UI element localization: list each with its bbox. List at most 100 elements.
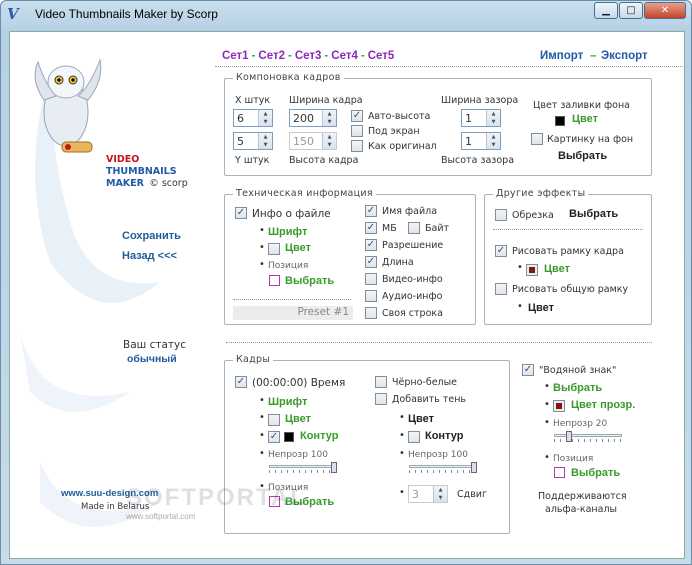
watermark-choose-button[interactable]: Выбрать [553,382,602,394]
back-link[interactable]: Назад <<< [122,250,177,262]
fit-screen-checkbox[interactable] [351,125,363,137]
alpha-note-line1: Поддерживаются [538,491,627,502]
spinner-arrows-icon: ▲ ▼ [433,486,447,502]
byte-label: Байт [425,223,450,234]
shift-label: Сдвиг [457,489,487,500]
spinner-arrows-icon[interactable]: ▲ ▼ [258,110,272,126]
as-original-checkbox[interactable] [351,140,363,152]
spinner-arrows-icon[interactable]: ▲ ▼ [486,110,500,126]
file-info-label: Инфо о файле [252,208,331,220]
close-button[interactable]: ✕ [644,2,686,19]
set-tab-5[interactable]: Сет5 [368,50,395,62]
bullet-icon: • [544,381,550,392]
crop-choose-button[interactable]: Выбрать [569,208,618,220]
frame-border-checkbox[interactable] [495,245,507,257]
import-export-sep: – [590,50,597,62]
minimize-button[interactable]: ▁ [594,2,618,19]
bg-color-button[interactable]: Цвет [572,113,598,125]
effects-divider [493,229,643,230]
import-link[interactable]: Импорт [540,50,583,62]
set-tab-1[interactable]: Сет1 [222,50,249,62]
bullet-icon: • [259,448,265,459]
video-info-checkbox[interactable] [365,273,377,285]
shadow-opacity-slider[interactable] [409,462,477,473]
frames-outline-button[interactable]: Контур [300,430,338,442]
gap-width-spinner[interactable]: 1 ▲ ▼ [461,109,501,127]
custom-line-checkbox[interactable] [365,307,377,319]
watermark-position-choose[interactable]: Выбрать [571,467,620,479]
position-icon[interactable] [269,275,280,286]
title-bar[interactable]: V Video Thumbnails Maker by Scorp ▁ □ ✕ [1,1,691,29]
tech-position-choose[interactable]: Выбрать [285,275,334,287]
x-count-spinner[interactable]: 6 ▲ ▼ [233,109,273,127]
watermark-color-button[interactable]: Цвет прозр. [571,399,635,411]
position-icon[interactable] [554,467,565,478]
set-tab-2[interactable]: Сет2 [258,50,285,62]
tech-color-button[interactable]: Цвет [285,242,311,254]
resolution-checkbox[interactable] [365,239,377,251]
bullet-icon: • [544,452,550,463]
spinner-arrows-icon[interactable]: ▲ ▼ [486,133,500,149]
frames-opacity-slider[interactable] [269,462,337,473]
watermark-opacity-slider[interactable] [554,431,622,442]
shadow-checkbox[interactable] [375,393,387,405]
frames-outline-checkbox[interactable] [268,431,280,443]
byte-checkbox[interactable] [408,222,420,234]
maximize-button[interactable]: □ [619,2,643,19]
effects-group: Другие эффекты Обрезка Выбрать Рисовать … [484,188,652,325]
outline-color-swatch[interactable] [284,432,294,442]
watermark-checkbox[interactable] [522,364,534,376]
main-window: V Video Thumbnails Maker by Scorp ▁ □ ✕ … [0,0,692,565]
preset-field[interactable]: Preset #1 [233,306,353,320]
audio-info-checkbox[interactable] [365,290,377,302]
common-border-color-button[interactable]: Цвет [528,302,554,314]
client-area: VIDEO THUMBNAILS MAKER © scorp Сохранить… [9,31,685,559]
frames-color-button[interactable]: Цвет [285,413,311,425]
mb-checkbox[interactable] [365,222,377,234]
shadow-color-button[interactable]: Цвет [408,413,434,425]
frame-border-color-button[interactable]: Цвет [544,263,570,275]
y-count-label: Y штук [235,155,270,166]
set-tab-4[interactable]: Сет4 [331,50,358,62]
bw-checkbox[interactable] [375,376,387,388]
time-checkbox[interactable] [235,376,247,388]
gap-height-spinner[interactable]: 1 ▲ ▼ [461,132,501,150]
y-count-spinner[interactable]: 5 ▲ ▼ [233,132,273,150]
spinner-arrows-icon[interactable]: ▲ ▼ [258,133,272,149]
save-link[interactable]: Сохранить [122,230,181,242]
spinner-arrows-icon[interactable]: ▲ ▼ [322,110,336,126]
frame-border-color-box[interactable] [526,264,538,276]
bg-image-choose-button[interactable]: Выбрать [558,150,607,162]
auto-height-checkbox[interactable] [351,110,363,122]
set-sep: - [251,50,256,62]
file-info-checkbox[interactable] [235,207,247,219]
shadow-outline-checkbox[interactable] [408,431,420,443]
bullet-icon: • [399,430,405,441]
frame-height-value: 150 [293,135,314,148]
tech-font-button[interactable]: Шрифт [268,226,307,238]
frames-font-button[interactable]: Шрифт [268,396,307,408]
bg-image-checkbox[interactable] [531,133,543,145]
slider-thumb[interactable] [566,431,573,442]
frames-color-checkbox[interactable] [268,414,280,426]
custom-line-label: Своя строка [382,308,443,319]
filename-checkbox[interactable] [365,205,377,217]
common-border-checkbox[interactable] [495,283,507,295]
softportal-url: www.softportal.com [126,512,196,521]
bg-color-swatch[interactable] [555,116,565,126]
crop-checkbox[interactable] [495,209,507,221]
slider-thumb[interactable] [471,462,477,473]
watermark-color-box[interactable] [553,400,565,412]
divider-top [215,66,685,67]
frame-width-spinner[interactable]: 200 ▲ ▼ [289,109,337,127]
shadow-outline-button[interactable]: Контур [425,430,463,442]
length-checkbox[interactable] [365,256,377,268]
watermark-opacity-label: Непрозр 20 [553,419,608,429]
bullet-icon: • [399,448,405,459]
slider-thumb[interactable] [331,462,337,473]
tech-color-checkbox[interactable] [268,243,280,255]
gap-width-label: Ширина зазора [441,95,519,106]
set-tab-3[interactable]: Сет3 [295,50,322,62]
export-link[interactable]: Экспорт [601,50,648,62]
audio-info-label: Аудио-инфо [382,291,443,302]
